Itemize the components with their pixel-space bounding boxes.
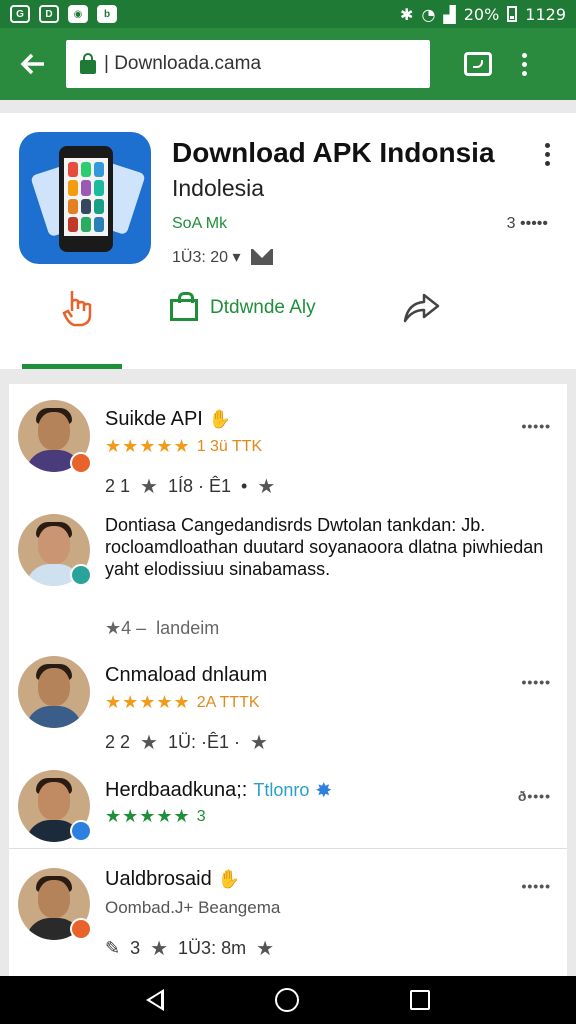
review-count: 2A TTTK <box>196 693 260 711</box>
review-more-button[interactable]: ••••• <box>521 418 551 434</box>
battery-percent: 20% <box>463 4 500 24</box>
back-button[interactable] <box>0 28 66 100</box>
overflow-menu-button[interactable] <box>522 52 527 76</box>
install-button[interactable]: Dtdwnde Aly <box>170 292 316 321</box>
review-rating: ★★★★★ 1 3ü TTK <box>105 436 262 457</box>
app-meta: 1Ü3: 20 ▾ <box>172 247 273 267</box>
review-author: Suikde API ✋ <box>105 408 232 430</box>
review-author-extra: Ttlonro <box>253 780 310 800</box>
meta-mid: 1Ü3: 8m <box>178 938 247 958</box>
app-right-meta: 3 ••••• <box>506 215 548 232</box>
review-meta: 2 1 ★ 1Í8 · Ê1 • ★ <box>105 474 275 499</box>
nav-back-icon[interactable] <box>145 989 164 1011</box>
review-count: 1 3ü TTK <box>196 437 263 455</box>
nav-home-icon[interactable] <box>274 988 299 1012</box>
star-icon: ★ <box>257 476 276 498</box>
app-size: SoA Mk <box>172 215 228 232</box>
review-author: Herdbaadkuna;: Ttlonro ✸ <box>105 779 333 802</box>
app-meta-text: 1Ü3: 20 ▾ <box>172 249 241 266</box>
browser-toolbar: | Downloada.cama <box>0 28 576 100</box>
review-author: Ualdbrosaid ✋ <box>105 868 241 890</box>
star-icon: ★ <box>256 938 275 960</box>
review-meta: ★4 – landeim <box>105 618 219 639</box>
app-title: Download APK Indonsia <box>172 137 495 168</box>
star-icon: ★ <box>150 938 169 960</box>
thumb-up-icon: ✎ <box>105 938 121 958</box>
star-rating: ★★★★★ <box>105 436 191 456</box>
verified-icon: ✸ <box>315 780 333 802</box>
review-more-button[interactable]: ••••• <box>521 674 551 690</box>
sync-icon: G <box>10 5 30 23</box>
review-more-button[interactable]: ••••• <box>521 878 551 894</box>
status-time: 1129 <box>525 4 566 24</box>
wifi-icon: ◔ <box>421 4 436 24</box>
meta-dot: • <box>241 476 248 496</box>
tabs-button[interactable] <box>464 52 492 76</box>
app-actions: Dtdwnde Aly <box>0 287 576 347</box>
b-icon: b <box>97 5 117 23</box>
star-icon: ★ <box>140 476 158 498</box>
hand-icon <box>62 291 92 327</box>
meta-left: 3 <box>130 938 141 958</box>
status-right: ✱ ◔ ▟ 20% 1129 <box>400 5 566 24</box>
notification-icon: ◉ <box>68 5 88 23</box>
verified-badge-icon <box>70 820 92 842</box>
reviews-list: Suikde API ✋ ••••• ★★★★★ 1 3ü TTK 2 1 ★ … <box>9 384 567 976</box>
badge-icon <box>70 918 92 940</box>
review-rating: ★★★★★ 2A TTTK <box>105 692 260 713</box>
bag-icon <box>170 292 198 321</box>
avatar[interactable] <box>18 656 90 728</box>
star-icon: ★ <box>140 732 158 754</box>
tabs-icon <box>473 60 483 68</box>
share-icon <box>403 293 440 323</box>
meta-mid: 1Í8 · Ê1 <box>167 476 232 496</box>
status-left-icons: G D ◉ b <box>10 5 117 23</box>
back-arrow-icon <box>20 53 44 75</box>
url-bar[interactable]: | Downloada.cama <box>66 40 430 88</box>
url-text: | Downloada.cama <box>104 53 262 74</box>
star-icon: ★ <box>250 732 268 754</box>
star-rating: ★★★★★ <box>105 692 191 712</box>
signal-icon: ▟ <box>443 4 456 24</box>
app-overflow-button[interactable] <box>545 143 550 166</box>
app-icon[interactable] <box>19 132 151 264</box>
gallery-icon: D <box>39 5 59 23</box>
meta-left: ★4 – <box>105 618 147 638</box>
meta-left: 2 1 <box>105 476 131 496</box>
install-label: Dtdwnde Aly <box>210 297 316 318</box>
like-button[interactable] <box>60 287 94 332</box>
status-bar: G D ◉ b ✱ ◔ ▟ 20% 1129 <box>0 0 576 28</box>
badge-icon <box>70 452 92 474</box>
app-developer[interactable]: Indolesia <box>172 175 264 202</box>
review-author: Cnmaload dnlaum <box>105 664 268 686</box>
thumb-icon: ✋ <box>217 869 241 889</box>
share-button[interactable] <box>402 291 440 330</box>
meta-mid: 1Ü: ·Ê1 · <box>167 732 240 752</box>
divider <box>9 848 567 849</box>
battery-icon <box>507 6 518 22</box>
thumb-icon: ✋ <box>208 409 232 429</box>
mail-icon <box>250 249 273 265</box>
badge-icon <box>70 564 92 586</box>
meta-mid: landeim <box>156 618 220 638</box>
review-rating: ★★★★★ 3 <box>105 806 206 827</box>
meta-left: 2 2 <box>105 732 131 752</box>
tab-indicator <box>22 364 122 369</box>
review-subtitle: Oombad.J+ Beangema <box>105 898 281 917</box>
review-count: 3 <box>196 807 206 825</box>
app-card: Download APK Indonsia Indolesia SoA Mk 3… <box>0 113 576 369</box>
bluetooth-icon: ✱ <box>400 4 414 24</box>
review-more-button[interactable]: ð•••• <box>518 788 551 804</box>
star-rating: ★★★★★ <box>105 806 191 826</box>
review-meta: ✎ 3 ★ 1Ü3: 8m ★ <box>105 936 274 961</box>
review-meta: 2 2 ★ 1Ü: ·Ê1 · ★ <box>105 730 268 755</box>
nav-recent-icon[interactable] <box>410 990 431 1010</box>
lock-icon <box>80 53 96 74</box>
review-body: Dontiasa Cangedandisrds Dwtolan tankdan:… <box>105 515 544 579</box>
system-nav-bar <box>0 976 576 1024</box>
